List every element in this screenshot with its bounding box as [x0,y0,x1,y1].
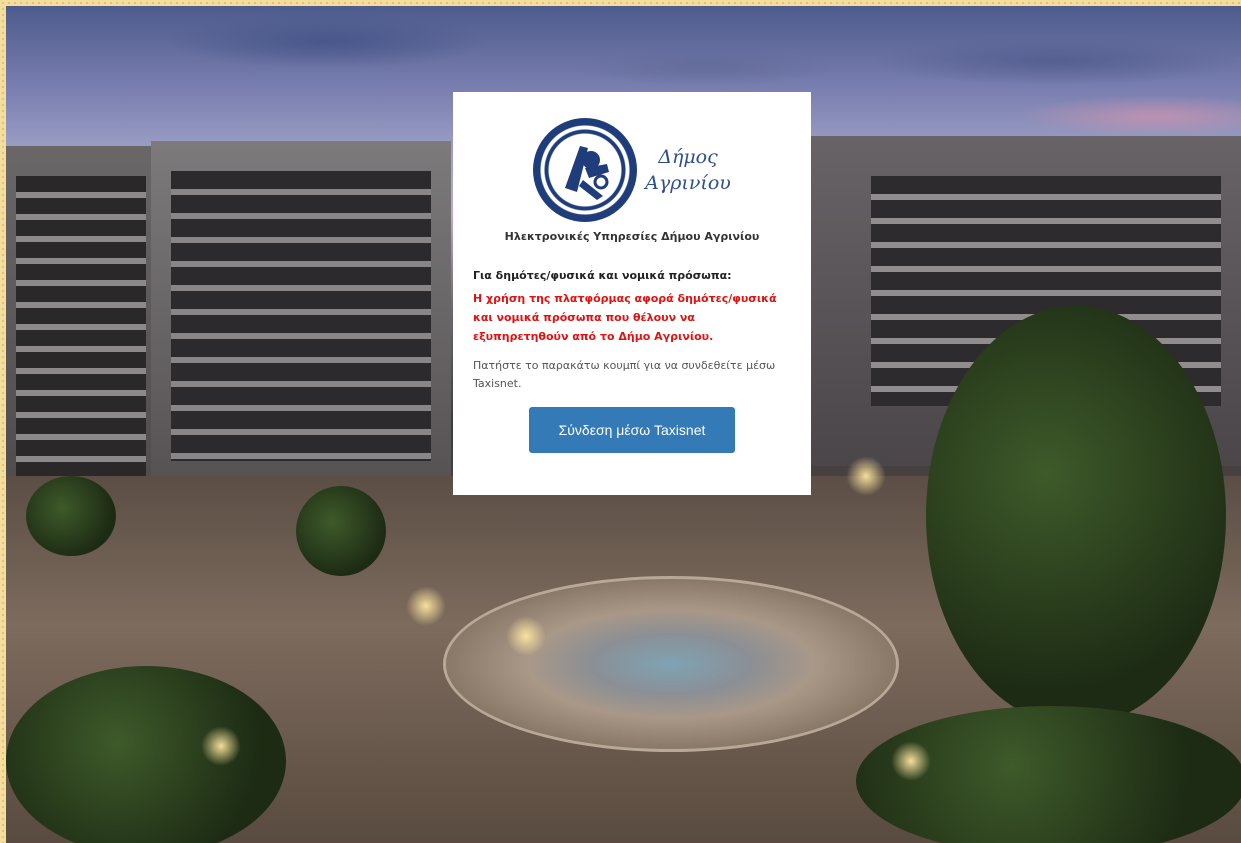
lamp-glow [846,456,886,496]
logo-line-1: Δήμος [658,146,718,168]
lamp-glow [201,726,241,766]
logo-line-2: Αγρινίου [645,172,731,194]
login-instructions: Πατήστε το παρακάτω κουμπί για να συνδεθ… [473,359,776,390]
municipality-seal-icon [533,118,638,222]
lamp-glow [406,586,446,626]
tree [926,306,1226,726]
lamp-glow [506,616,546,656]
logo-text: Δήμος Αγρινίου [645,144,731,196]
lamp-glow [891,741,931,781]
taxisnet-login-button[interactable]: Σύνδεση μέσω Taxisnet [529,407,735,453]
building-center-left [151,141,451,501]
portal-subtitle: Ηλεκτρονικές Υπηρεσίες Δήμου Αγρινίου [504,230,760,243]
fountain [443,576,899,752]
tree [6,666,286,843]
logo: Δήμος Αγρινίου [473,114,791,226]
section-title: Για δημότες/φυσικά και νομικά πρόσωπα: [473,269,732,282]
login-card: Δήμος Αγρινίου Ηλεκτρονικές Υπηρεσίες Δή… [453,92,811,495]
tree [26,476,116,556]
tree [296,486,386,576]
usage-warning: Η χρήση της πλατφόρμας αφορά δημότες/φυσ… [473,292,777,343]
